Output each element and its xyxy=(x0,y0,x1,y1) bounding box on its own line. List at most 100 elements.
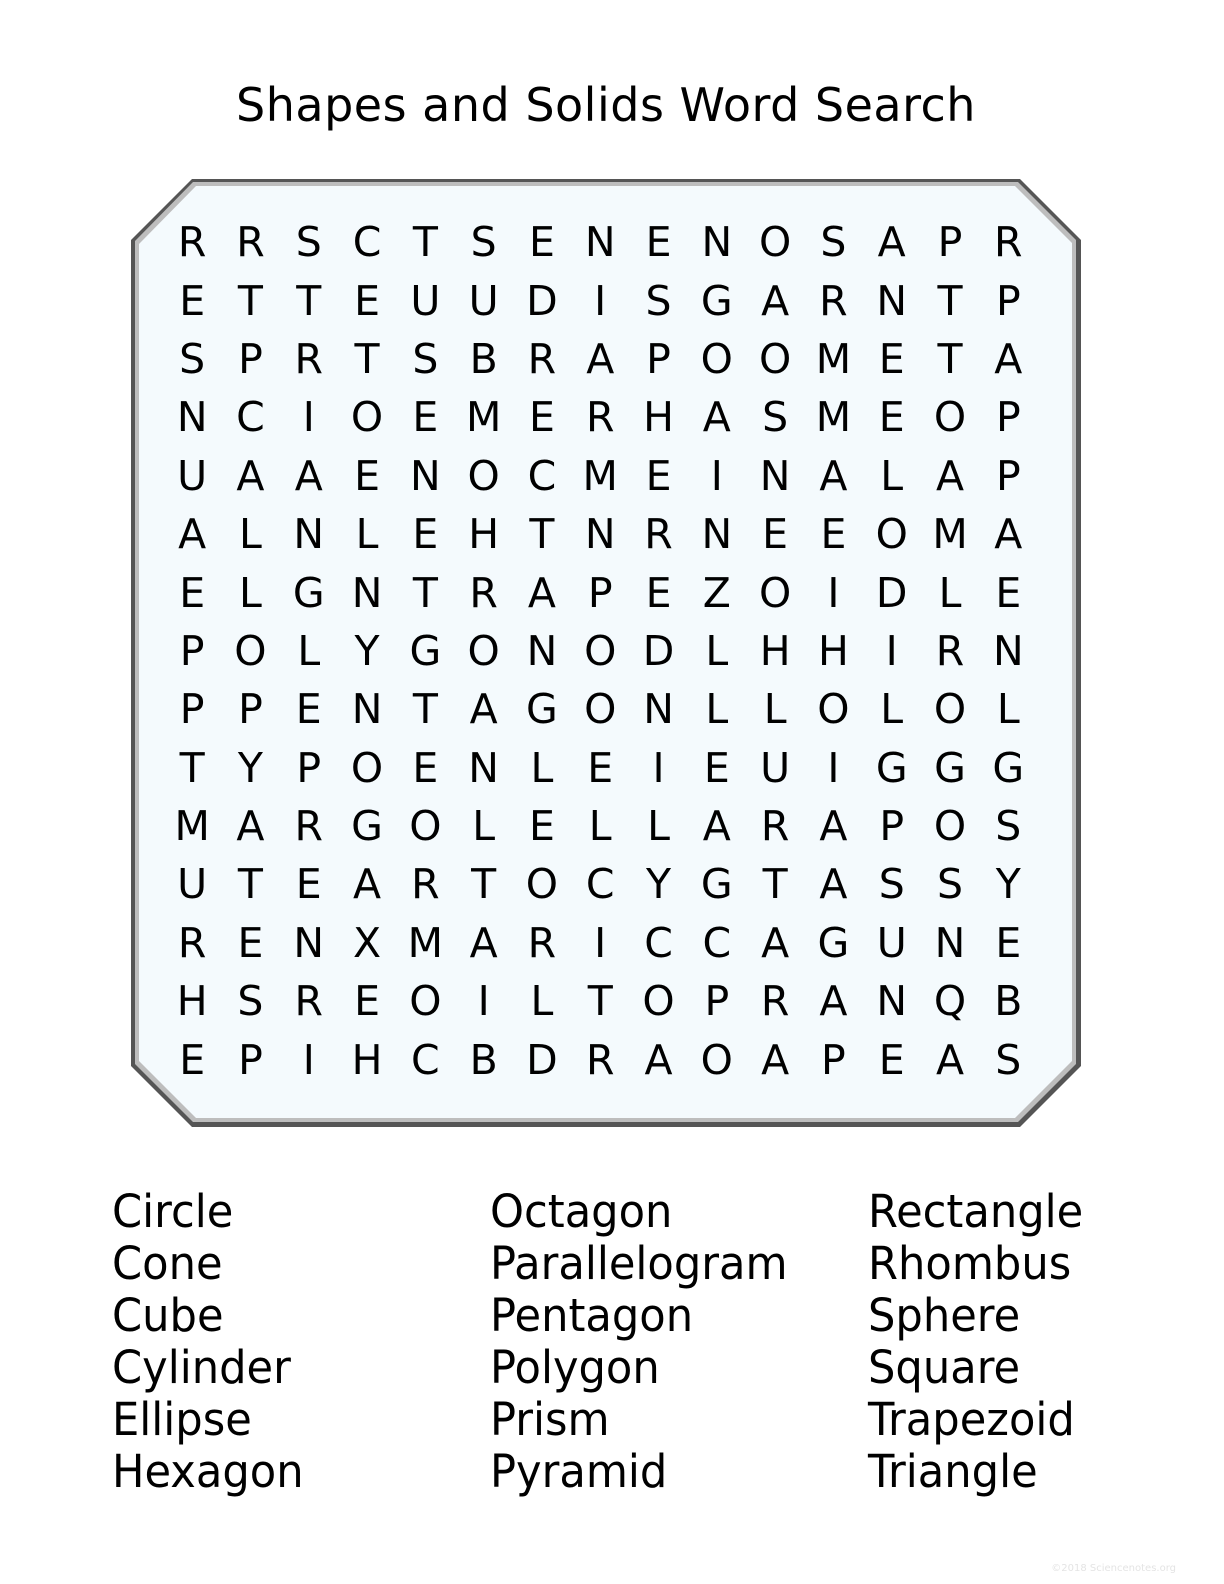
grid-cell[interactable]: C xyxy=(338,213,396,271)
grid-cell[interactable]: E xyxy=(513,388,571,446)
grid-cell[interactable]: E xyxy=(688,739,746,797)
grid-cell[interactable]: S xyxy=(221,972,279,1030)
grid-cell[interactable]: A xyxy=(629,1031,687,1089)
grid-cell[interactable]: G xyxy=(804,914,862,972)
grid-cell[interactable]: T xyxy=(921,330,979,388)
grid-cell[interactable]: T xyxy=(221,272,279,330)
grid-cell[interactable]: R xyxy=(513,330,571,388)
grid-cell[interactable]: U xyxy=(163,855,221,913)
grid-cell[interactable]: O xyxy=(746,213,804,271)
grid-cell[interactable]: O xyxy=(396,797,454,855)
grid-cell[interactable]: M xyxy=(921,505,979,563)
grid-cell[interactable]: A xyxy=(571,330,629,388)
grid-cell[interactable]: L xyxy=(571,797,629,855)
grid-cell[interactable]: R xyxy=(921,622,979,680)
grid-cell[interactable]: R xyxy=(221,213,279,271)
grid-cell[interactable]: M xyxy=(571,447,629,505)
grid-cell[interactable]: R xyxy=(746,972,804,1030)
grid-cell[interactable]: R xyxy=(280,972,338,1030)
grid-cell[interactable]: P xyxy=(571,564,629,622)
grid-cell[interactable]: P xyxy=(804,1031,862,1089)
grid-cell[interactable]: E xyxy=(979,564,1037,622)
grid-cell[interactable]: S xyxy=(396,330,454,388)
grid-cell[interactable]: S xyxy=(979,1031,1037,1089)
grid-cell[interactable]: T xyxy=(221,855,279,913)
grid-cell[interactable]: L xyxy=(746,680,804,738)
grid-cell[interactable]: C xyxy=(571,855,629,913)
grid-cell[interactable]: T xyxy=(338,330,396,388)
grid-cell[interactable]: O xyxy=(396,972,454,1030)
grid-cell[interactable]: A xyxy=(979,505,1037,563)
grid-cell[interactable]: P xyxy=(629,330,687,388)
grid-cell[interactable]: R xyxy=(979,213,1037,271)
grid-cell[interactable]: T xyxy=(921,272,979,330)
grid-cell[interactable]: E xyxy=(163,272,221,330)
grid-cell[interactable]: A xyxy=(454,914,512,972)
grid-cell[interactable]: A xyxy=(280,447,338,505)
grid-cell[interactable]: T xyxy=(396,564,454,622)
grid-cell[interactable]: L xyxy=(863,447,921,505)
grid-cell[interactable]: N xyxy=(338,564,396,622)
grid-cell[interactable]: U xyxy=(454,272,512,330)
grid-cell[interactable]: T xyxy=(396,680,454,738)
grid-cell[interactable]: S xyxy=(454,213,512,271)
grid-cell[interactable]: M xyxy=(804,330,862,388)
grid-cell[interactable]: B xyxy=(454,330,512,388)
grid-cell[interactable]: E xyxy=(163,564,221,622)
grid-cell[interactable]: A xyxy=(746,914,804,972)
grid-cell[interactable]: A xyxy=(688,388,746,446)
grid-cell[interactable]: E xyxy=(163,1031,221,1089)
grid-cell[interactable]: A xyxy=(221,797,279,855)
grid-cell[interactable]: A xyxy=(454,680,512,738)
grid-cell[interactable]: Y xyxy=(338,622,396,680)
grid-cell[interactable]: O xyxy=(454,622,512,680)
grid-cell[interactable]: C xyxy=(396,1031,454,1089)
grid-cell[interactable]: P xyxy=(221,680,279,738)
grid-cell[interactable]: Y xyxy=(979,855,1037,913)
grid-cell[interactable]: E xyxy=(280,855,338,913)
grid-cell[interactable]: L xyxy=(688,622,746,680)
grid-cell[interactable]: D xyxy=(513,272,571,330)
grid-cell[interactable]: N xyxy=(571,213,629,271)
grid-cell[interactable]: T xyxy=(396,213,454,271)
grid-cell[interactable]: P xyxy=(280,739,338,797)
grid-cell[interactable]: E xyxy=(221,914,279,972)
grid-cell[interactable]: A xyxy=(804,855,862,913)
grid-cell[interactable]: L xyxy=(513,972,571,1030)
grid-cell[interactable]: T xyxy=(280,272,338,330)
grid-cell[interactable]: I xyxy=(571,272,629,330)
grid-cell[interactable]: N xyxy=(688,505,746,563)
grid-cell[interactable]: N xyxy=(688,213,746,271)
grid-cell[interactable]: R xyxy=(163,914,221,972)
grid-cell[interactable]: S xyxy=(163,330,221,388)
grid-cell[interactable]: N xyxy=(454,739,512,797)
grid-cell[interactable]: O xyxy=(863,505,921,563)
grid-cell[interactable]: A xyxy=(221,447,279,505)
grid-cell[interactable]: A xyxy=(688,797,746,855)
grid-cell[interactable]: A xyxy=(338,855,396,913)
grid-cell[interactable]: A xyxy=(863,213,921,271)
grid-cell[interactable]: Z xyxy=(688,564,746,622)
grid-cell[interactable]: I xyxy=(280,388,338,446)
grid-cell[interactable]: L xyxy=(688,680,746,738)
grid-cell[interactable]: L xyxy=(280,622,338,680)
grid-cell[interactable]: E xyxy=(396,505,454,563)
grid-cell[interactable]: P xyxy=(688,972,746,1030)
grid-cell[interactable]: U xyxy=(746,739,804,797)
grid-cell[interactable]: N xyxy=(163,388,221,446)
grid-cell[interactable]: G xyxy=(338,797,396,855)
grid-cell[interactable]: G xyxy=(513,680,571,738)
grid-cell[interactable]: O xyxy=(921,388,979,446)
grid-cell[interactable]: R xyxy=(571,1031,629,1089)
grid-cell[interactable]: D xyxy=(863,564,921,622)
grid-cell[interactable]: R xyxy=(396,855,454,913)
grid-cell[interactable]: H xyxy=(163,972,221,1030)
grid-cell[interactable]: L xyxy=(454,797,512,855)
grid-cell[interactable]: O xyxy=(746,564,804,622)
grid-cell[interactable]: N xyxy=(979,622,1037,680)
grid-cell[interactable]: A xyxy=(746,1031,804,1089)
grid-cell[interactable]: E xyxy=(338,272,396,330)
grid-cell[interactable]: G xyxy=(863,739,921,797)
grid-cell[interactable]: N xyxy=(629,680,687,738)
grid-cell[interactable]: O xyxy=(221,622,279,680)
